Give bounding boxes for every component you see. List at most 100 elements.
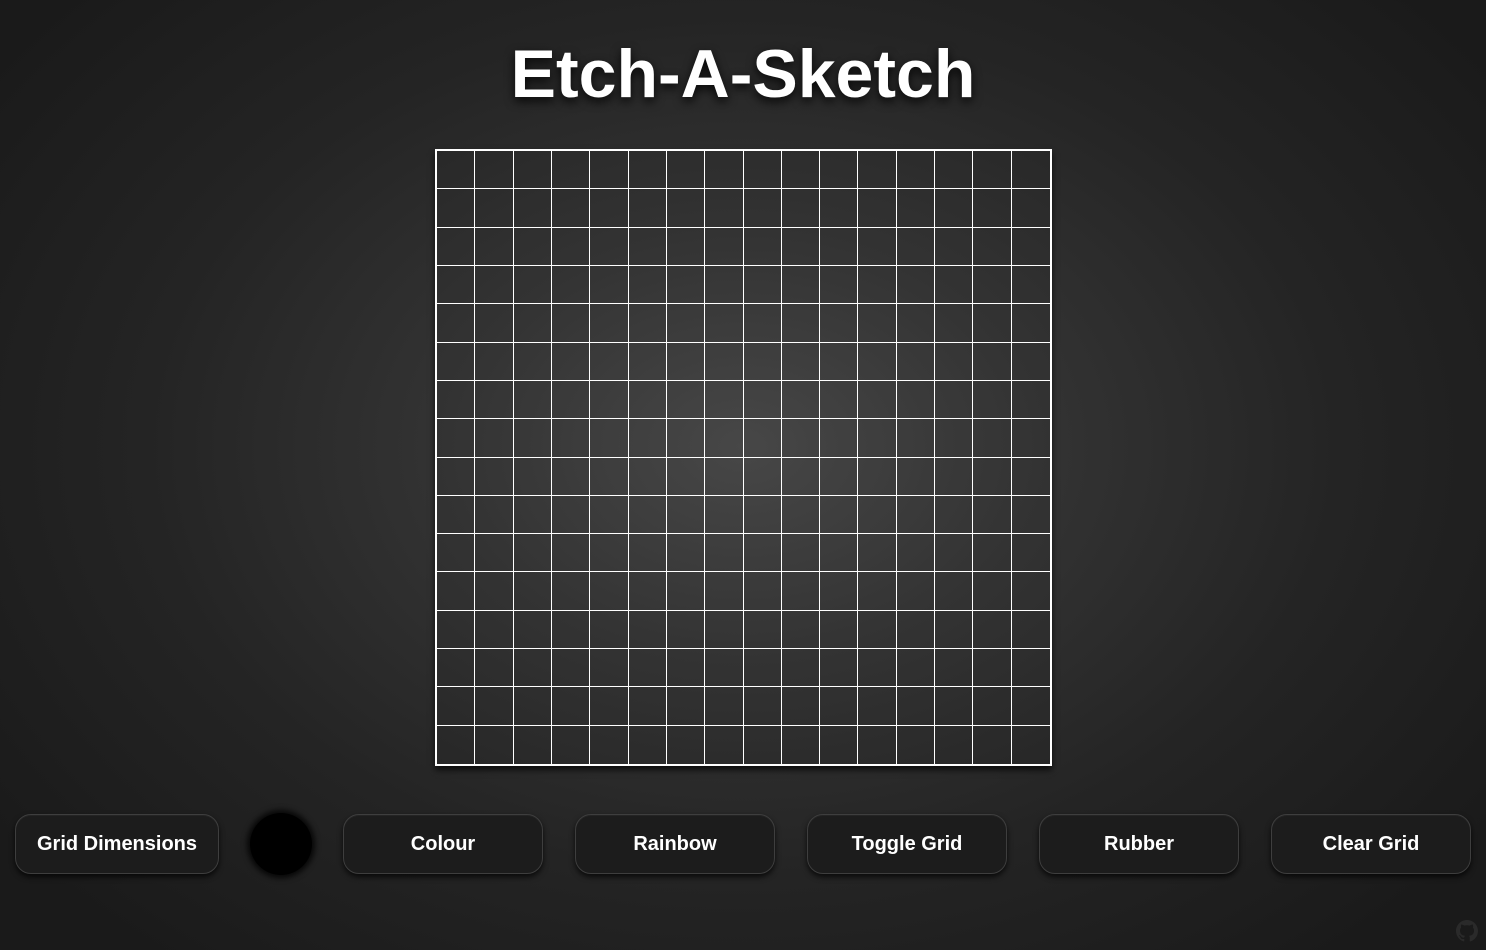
grid-cell[interactable] bbox=[551, 151, 591, 190]
grid-cell[interactable] bbox=[973, 495, 1012, 535]
grid-cell[interactable] bbox=[705, 687, 744, 726]
grid-cell[interactable] bbox=[935, 227, 974, 266]
grid-cell[interactable] bbox=[896, 419, 936, 458]
grid-cell[interactable] bbox=[590, 495, 629, 535]
grid-cell[interactable] bbox=[896, 151, 936, 190]
grid-cell[interactable] bbox=[935, 534, 974, 573]
grid-cell[interactable] bbox=[437, 189, 476, 228]
grid-cell[interactable] bbox=[666, 687, 706, 726]
grid-cell[interactable] bbox=[820, 687, 859, 726]
grid-dimensions-button[interactable]: Grid Dimensions bbox=[15, 814, 219, 874]
grid-cell[interactable] bbox=[437, 495, 476, 535]
grid-cell[interactable] bbox=[896, 457, 936, 496]
colour-button[interactable]: Colour bbox=[343, 814, 543, 874]
grid-cell[interactable] bbox=[551, 687, 591, 726]
grid-cell[interactable] bbox=[628, 534, 667, 573]
grid-cell[interactable] bbox=[666, 457, 706, 496]
grid-cell[interactable] bbox=[437, 649, 476, 688]
grid-cell[interactable] bbox=[514, 725, 552, 764]
grid-cell[interactable] bbox=[820, 725, 859, 764]
rubber-button[interactable]: Rubber bbox=[1039, 814, 1239, 874]
grid-cell[interactable] bbox=[820, 265, 859, 305]
grid-cell[interactable] bbox=[590, 534, 629, 573]
grid-cell[interactable] bbox=[475, 457, 514, 496]
grid-cell[interactable] bbox=[513, 495, 552, 535]
grid-cell[interactable] bbox=[820, 610, 859, 650]
grid-cell[interactable] bbox=[475, 687, 514, 726]
grid-cell[interactable] bbox=[437, 725, 476, 764]
grid-cell[interactable] bbox=[820, 572, 859, 611]
grid-cell[interactable] bbox=[1011, 458, 1050, 496]
grid-cell[interactable] bbox=[743, 265, 782, 305]
grid-cell[interactable] bbox=[705, 151, 744, 190]
grid-cell[interactable] bbox=[628, 265, 667, 305]
grid-cell[interactable] bbox=[437, 610, 476, 650]
grid-cell[interactable] bbox=[820, 495, 859, 535]
grid-cell[interactable] bbox=[551, 304, 591, 343]
grid-cell[interactable] bbox=[590, 304, 629, 343]
grid-cell[interactable] bbox=[973, 687, 1012, 726]
grid-cell[interactable] bbox=[590, 227, 629, 266]
grid-cell[interactable] bbox=[551, 380, 591, 420]
grid-cell[interactable] bbox=[551, 610, 591, 650]
grid-cell[interactable] bbox=[896, 227, 936, 266]
grid-cell[interactable] bbox=[666, 419, 706, 458]
grid-cell[interactable] bbox=[666, 495, 706, 535]
grid-cell[interactable] bbox=[743, 457, 782, 496]
grid-cell[interactable] bbox=[513, 534, 552, 573]
grid-cell[interactable] bbox=[628, 151, 667, 190]
grid-cell[interactable] bbox=[590, 725, 629, 764]
grid-cell[interactable] bbox=[781, 419, 821, 458]
grid-cell[interactable] bbox=[743, 649, 782, 688]
grid-cell[interactable] bbox=[628, 304, 667, 343]
grid-cell[interactable] bbox=[628, 189, 667, 228]
grid-cell[interactable] bbox=[935, 189, 974, 228]
grid-cell[interactable] bbox=[628, 495, 667, 535]
grid-cell[interactable] bbox=[513, 572, 552, 611]
grid-cell[interactable] bbox=[590, 189, 629, 228]
grid-cell[interactable] bbox=[743, 687, 782, 726]
grid-cell[interactable] bbox=[551, 534, 591, 573]
grid-cell[interactable] bbox=[475, 419, 514, 458]
grid-cell[interactable] bbox=[590, 342, 629, 381]
grid-cell[interactable] bbox=[781, 534, 821, 573]
grid-cell[interactable] bbox=[781, 610, 821, 650]
grid-cell[interactable] bbox=[590, 380, 629, 420]
grid-cell[interactable] bbox=[666, 342, 706, 381]
grid-cell[interactable] bbox=[858, 534, 897, 573]
grid-cell[interactable] bbox=[551, 189, 591, 228]
grid-cell[interactable] bbox=[858, 265, 897, 305]
grid-cell[interactable] bbox=[973, 151, 1012, 190]
grid-cell[interactable] bbox=[973, 380, 1012, 420]
grid-cell[interactable] bbox=[513, 649, 552, 688]
grid-cell[interactable] bbox=[973, 610, 1012, 650]
grid-cell[interactable] bbox=[513, 304, 552, 343]
grid-cell[interactable] bbox=[935, 265, 974, 305]
grid-cell[interactable] bbox=[705, 649, 744, 688]
grid-cell[interactable] bbox=[973, 534, 1012, 573]
grid-cell[interactable] bbox=[437, 419, 476, 458]
grid-cell[interactable] bbox=[781, 151, 821, 190]
grid-cell[interactable] bbox=[628, 342, 667, 381]
grid-cell[interactable] bbox=[475, 725, 514, 764]
grid-cell[interactable] bbox=[743, 304, 782, 343]
grid-cell[interactable] bbox=[820, 189, 859, 228]
grid-cell[interactable] bbox=[437, 534, 476, 573]
grid-cell[interactable] bbox=[590, 151, 629, 190]
grid-cell[interactable] bbox=[513, 151, 552, 190]
grid-cell[interactable] bbox=[437, 227, 476, 266]
grid-cell[interactable] bbox=[973, 725, 1012, 764]
grid-cell[interactable] bbox=[781, 495, 821, 535]
grid-cell[interactable] bbox=[705, 610, 744, 650]
grid-cell[interactable] bbox=[475, 265, 514, 305]
grid-cell[interactable] bbox=[1011, 534, 1050, 573]
grid-cell[interactable] bbox=[973, 189, 1012, 228]
grid-cell[interactable] bbox=[1011, 687, 1050, 726]
grid-cell[interactable] bbox=[1011, 572, 1050, 611]
grid-cell[interactable] bbox=[513, 342, 552, 381]
grid-cell[interactable] bbox=[629, 725, 667, 764]
grid-cell[interactable] bbox=[705, 189, 744, 228]
grid-cell[interactable] bbox=[743, 610, 782, 650]
grid-cell[interactable] bbox=[743, 534, 782, 573]
grid-cell[interactable] bbox=[935, 342, 974, 381]
